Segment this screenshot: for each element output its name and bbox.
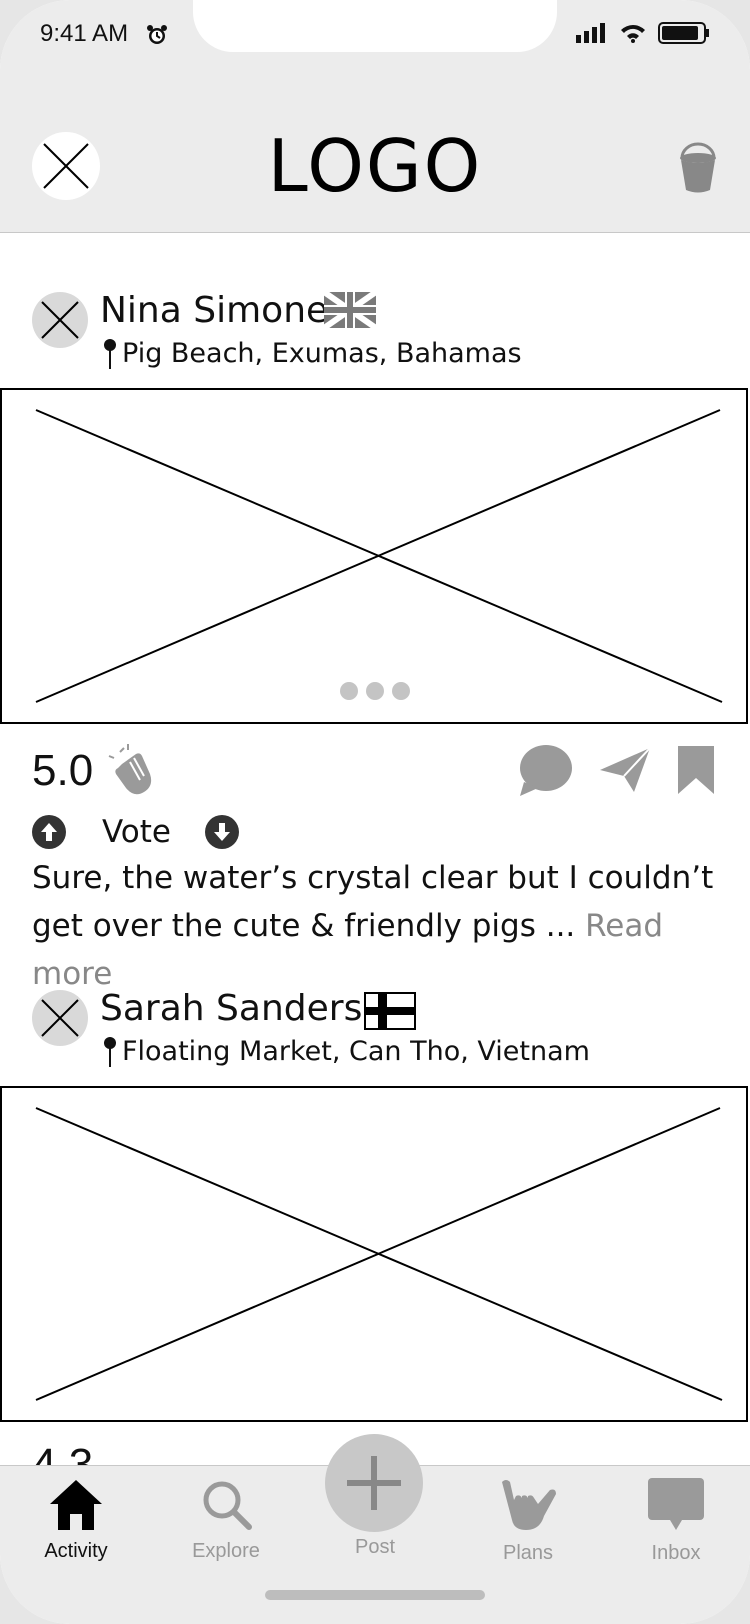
tab-label: Post bbox=[354, 1536, 396, 1558]
tab-plans[interactable]: Plans bbox=[458, 1478, 598, 1565]
tab-label: Inbox bbox=[651, 1542, 701, 1564]
phone-screen: 9:41 AM LOGO Nina Simone Pig Beach, Exum… bbox=[0, 0, 750, 1624]
tab-activity[interactable]: Activity bbox=[6, 1478, 146, 1563]
finland-flag-icon bbox=[364, 992, 416, 1034]
shaka-hand-icon bbox=[502, 1480, 556, 1530]
tab-label: Explore bbox=[192, 1540, 260, 1562]
post-card: Sarah Sanders Floating Market, Can Tho, … bbox=[0, 0, 750, 1489]
tab-label: Activity bbox=[44, 1540, 108, 1562]
tab-inbox[interactable]: Inbox bbox=[606, 1478, 746, 1565]
post-image[interactable] bbox=[0, 1086, 748, 1422]
location-text: Floating Market, Can Tho, Vietnam bbox=[122, 1036, 590, 1067]
home-icon bbox=[50, 1480, 102, 1530]
pin-icon bbox=[104, 1036, 116, 1067]
search-icon bbox=[203, 1481, 252, 1530]
avatar[interactable] bbox=[32, 990, 88, 1046]
plus-icon bbox=[347, 1456, 401, 1510]
chat-bubble-icon bbox=[648, 1478, 704, 1530]
tab-explore[interactable]: Explore bbox=[156, 1478, 296, 1563]
post-author[interactable]: Sarah Sanders bbox=[100, 988, 362, 1029]
new-post-button[interactable] bbox=[325, 1434, 423, 1532]
post-location[interactable]: Floating Market, Can Tho, Vietnam bbox=[104, 1036, 590, 1067]
tab-label: Plans bbox=[502, 1542, 554, 1564]
home-indicator bbox=[265, 1590, 485, 1600]
